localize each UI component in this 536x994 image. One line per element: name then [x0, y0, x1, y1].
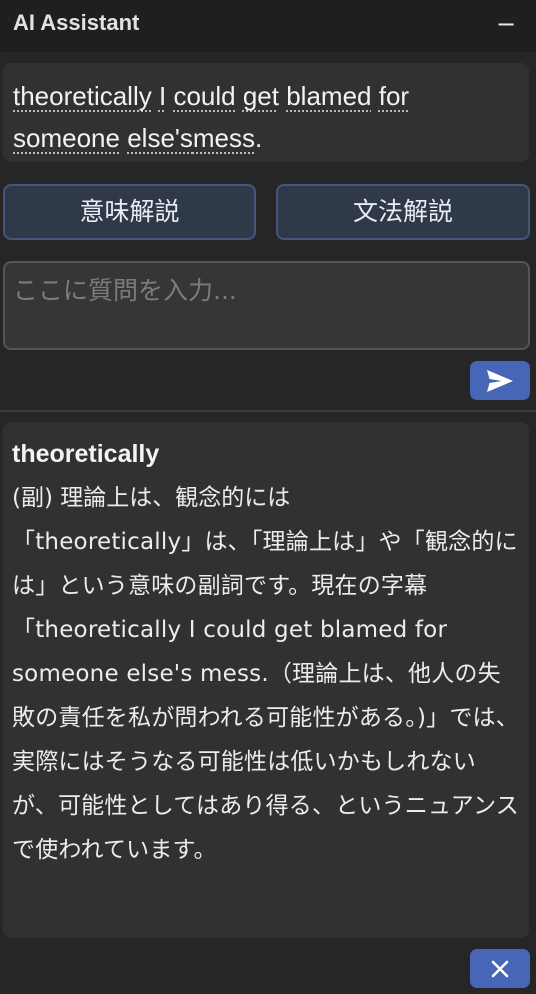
grammar-explain-button[interactable]: 文法解説 — [276, 184, 530, 240]
answer-headword: theoretically — [12, 440, 160, 468]
send-arrow-icon — [487, 370, 513, 392]
sentence-period: . — [255, 123, 263, 153]
subtitle-sentence-panel: theoretically I could get blamed for som… — [3, 63, 529, 162]
answer-part-of-speech: (副) 理論上は、観念的には — [12, 485, 291, 511]
app-title: AI Assistant — [13, 10, 140, 35]
question-input[interactable] — [3, 261, 530, 350]
divider — [0, 410, 536, 412]
word-elses[interactable]: else's — [127, 123, 193, 153]
word-mess[interactable]: mess — [193, 123, 255, 153]
word-get[interactable]: get — [243, 81, 279, 111]
word-i[interactable]: I — [159, 81, 166, 111]
word-someone[interactable]: someone — [13, 123, 120, 153]
word-could[interactable]: could — [173, 81, 235, 111]
close-button[interactable] — [470, 949, 530, 988]
title-bar: AI Assistant − — [0, 0, 536, 52]
word-theoretically[interactable]: theoretically — [13, 81, 152, 111]
minimize-button[interactable]: − — [494, 12, 518, 36]
minus-icon: − — [495, 10, 517, 38]
send-button[interactable] — [470, 361, 530, 400]
meaning-explain-button[interactable]: 意味解説 — [3, 184, 256, 240]
word-blamed[interactable]: blamed — [286, 81, 371, 111]
close-icon — [491, 960, 509, 978]
answer-panel: theoretically (副) 理論上は、観念的には 「theoretica… — [3, 422, 529, 938]
answer-explanation: 「theoretically」は、「理論上は」や「観念的には」という意味の副詞で… — [12, 529, 519, 863]
subtitle-sentence: theoretically I could get blamed for som… — [13, 75, 513, 159]
word-for[interactable]: for — [379, 81, 409, 111]
